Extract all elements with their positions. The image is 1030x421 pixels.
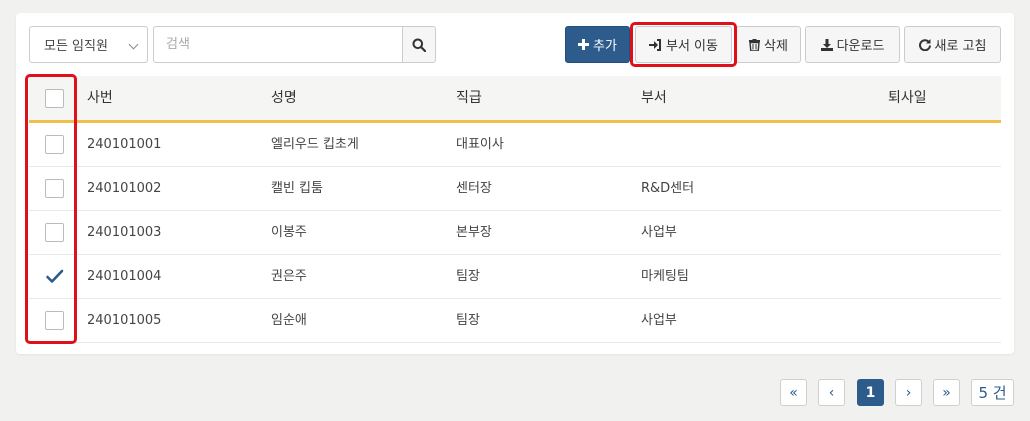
name-cell: 임순애 [271, 313, 307, 328]
download-icon [820, 38, 833, 51]
delete-button[interactable]: 삭제 [736, 26, 801, 63]
rank-cell: 본부장 [456, 225, 492, 240]
department-cell: 사업부 [641, 313, 677, 328]
name-cell: 캘빈 킵툼 [271, 181, 323, 196]
next-page-button[interactable]: › [895, 379, 922, 406]
department-cell: 마케팅팀 [641, 269, 689, 284]
add-button[interactable]: 추가 [565, 26, 630, 63]
employee-panel: 모든 임직원 추가 부서 이동 삭제 다운로드 새로 고침 사번 성명 직급 부… [16, 13, 1014, 354]
employee-filter-value: 모든 임직원 [44, 39, 108, 54]
plus-icon [578, 39, 590, 50]
employee-filter-dropdown[interactable]: 모든 임직원 [29, 26, 148, 63]
search-input[interactable] [153, 26, 403, 63]
trash-icon [749, 38, 761, 51]
name-cell: 권은주 [271, 269, 307, 284]
current-page-button[interactable]: 1 [857, 379, 884, 406]
add-button-label: 추가 [593, 39, 617, 54]
rank-cell: 팀장 [456, 269, 480, 284]
refresh-button[interactable]: 새로 고침 [904, 26, 1001, 63]
table-row[interactable]: 240101001 엘리우드 킵초게 대표이사 [29, 123, 1001, 167]
table-row[interactable]: 240101004 권은주 팀장 마케팅팀 [29, 255, 1001, 299]
employee-id-cell: 240101001 [87, 137, 162, 152]
rank-cell: 센터장 [456, 181, 492, 196]
rank-cell: 팀장 [456, 313, 480, 328]
column-header-rank: 직급 [456, 90, 482, 106]
first-page-button[interactable]: « [780, 379, 807, 406]
chevron-down-icon [128, 39, 139, 50]
column-header-name: 성명 [271, 90, 297, 106]
table-row[interactable]: 240101002 캘빈 킵툼 센터장 R&D센터 [29, 167, 1001, 211]
download-button-label: 다운로드 [836, 39, 885, 54]
delete-button-label: 삭제 [764, 39, 788, 54]
employee-id-cell: 240101002 [87, 181, 162, 196]
total-count: 5 건 [971, 379, 1014, 406]
column-header-employee-id: 사번 [87, 90, 113, 106]
employee-id-cell: 240101005 [87, 313, 162, 328]
table-header: 사번 성명 직급 부서 퇴사일 [29, 76, 1001, 123]
refresh-icon [918, 38, 931, 51]
last-page-button[interactable]: » [933, 379, 960, 406]
column-header-department: 부서 [641, 90, 667, 106]
name-cell: 이봉주 [271, 225, 307, 240]
move-button-highlight [630, 22, 737, 67]
department-cell: 사업부 [641, 225, 677, 240]
column-header-resignation-date: 퇴사일 [888, 90, 927, 106]
name-cell: 엘리우드 킵초게 [271, 137, 359, 152]
table-row[interactable]: 240101005 임순애 팀장 사업부 [29, 299, 1001, 343]
prev-page-button[interactable]: ‹ [818, 379, 845, 406]
department-cell: R&D센터 [641, 181, 695, 196]
download-button[interactable]: 다운로드 [805, 26, 900, 63]
checkbox-column-highlight [25, 74, 77, 344]
refresh-button-label: 새로 고침 [934, 39, 987, 54]
employee-id-cell: 240101003 [87, 225, 162, 240]
table-row[interactable]: 240101003 이봉주 본부장 사업부 [29, 211, 1001, 255]
search-icon [412, 38, 426, 52]
employee-id-cell: 240101004 [87, 269, 162, 284]
search-button[interactable] [402, 26, 436, 63]
rank-cell: 대표이사 [456, 137, 504, 152]
